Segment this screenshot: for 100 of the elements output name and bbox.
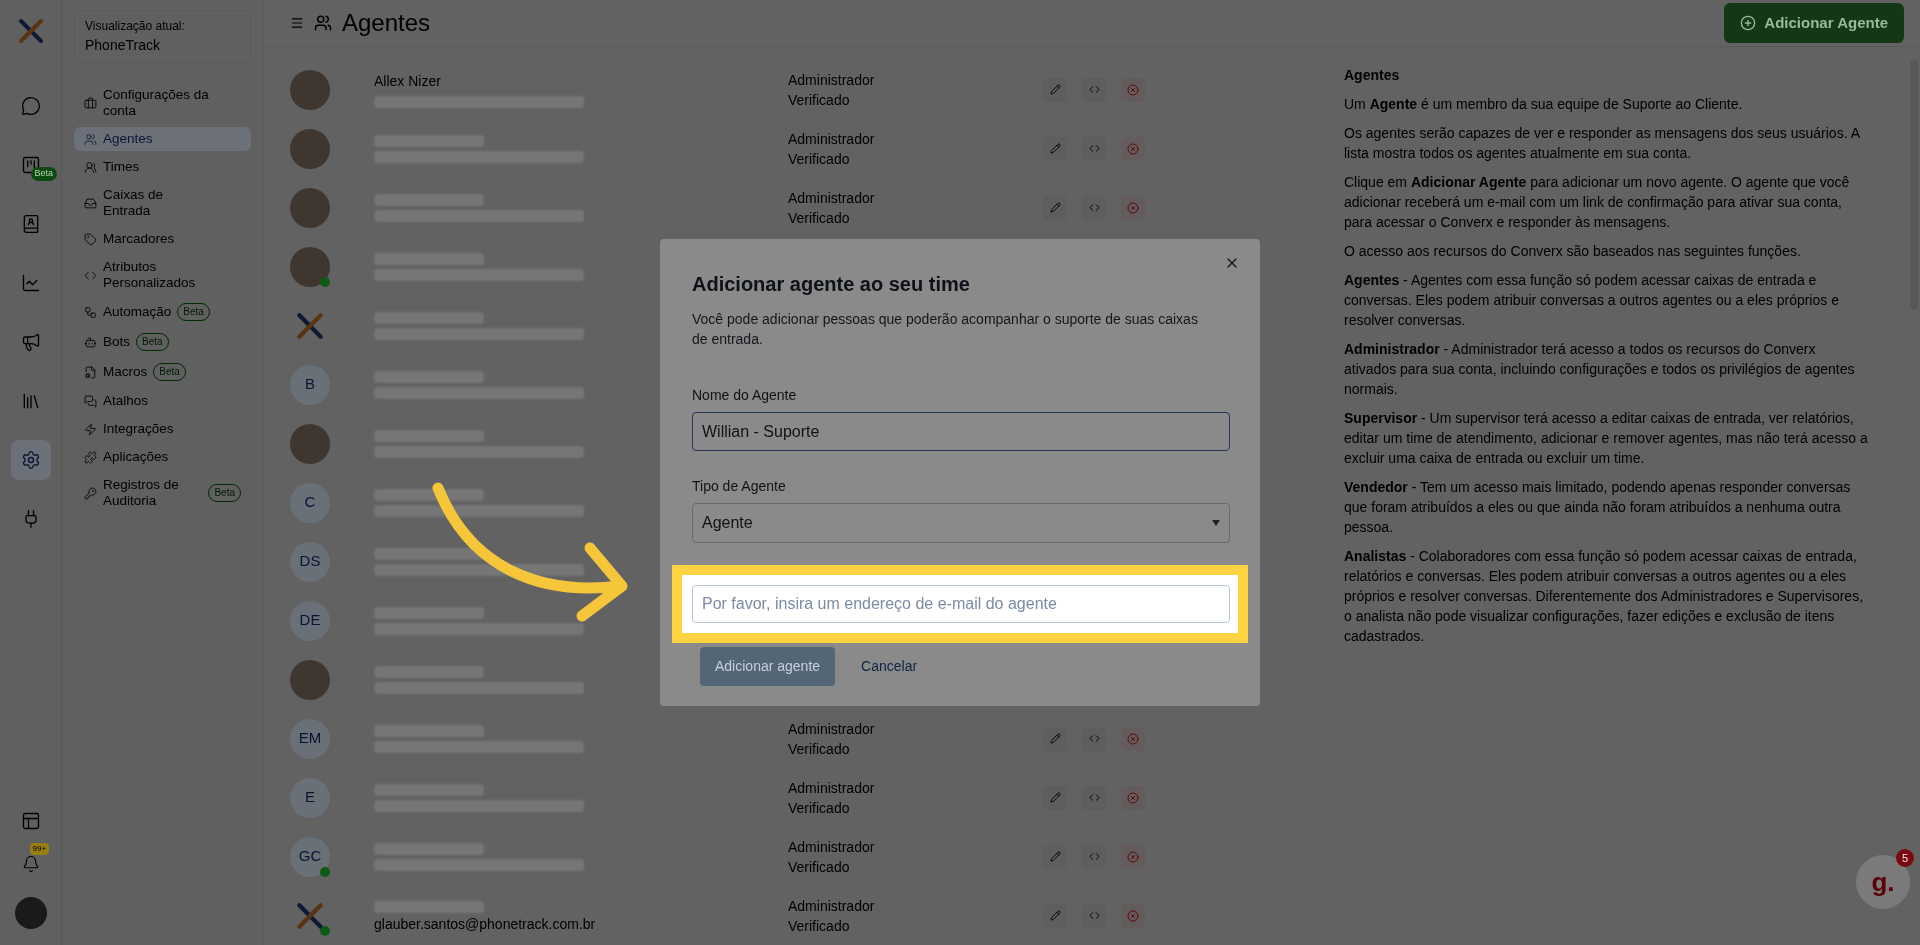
- code-icon: [1088, 792, 1100, 803]
- delete-button[interactable]: [1121, 195, 1145, 220]
- code-icon: [1088, 910, 1100, 921]
- users-icon: [84, 132, 97, 146]
- code-button[interactable]: [1082, 195, 1106, 220]
- edit-button[interactable]: [1043, 844, 1067, 869]
- menu-icon[interactable]: [290, 16, 304, 30]
- briefcase-icon: [84, 96, 97, 110]
- sidebar-item[interactable]: Macros Beta: [74, 359, 251, 385]
- avatar-initials: B: [290, 364, 330, 405]
- code-icon: [1088, 202, 1100, 213]
- code-button[interactable]: [1082, 726, 1106, 751]
- avatar-initials: GC: [290, 836, 330, 877]
- add-agent-button[interactable]: Adicionar Agente: [1724, 3, 1904, 43]
- help-paragraph: O acesso aos recursos do Converx são baseados nas seguintes funções.: [1344, 242, 1802, 261]
- agent-type-select[interactable]: Agente: [692, 503, 1230, 543]
- verification-status: Verificado: [788, 739, 850, 759]
- help-title: Agentes: [1344, 66, 1401, 85]
- delete-button[interactable]: [1121, 785, 1145, 810]
- verification-status: Verificado: [788, 208, 850, 228]
- help-paragraph: Supervisor - Um supervisor terá acesso a editar caixas de entrada, ver relatórios, editar um time de atendimento, adicionar e remover agentes, mas não terá acesso a excluir uma caixa de entrada ou excluir um time.: [1344, 409, 1869, 468]
- sidebar-item[interactable]: Aplicações: [74, 445, 251, 469]
- pencil-icon: [1049, 84, 1061, 95]
- edit-button[interactable]: [1043, 903, 1067, 928]
- help-paragraph: Vendedor - Tem um acesso mais limitado, podendo apenas responder conversas que foram atribuídos a eles ou que ainda não foram atribuídos a nenhuma outra pessoa.: [1344, 478, 1852, 537]
- dropdown-caret-icon: [1212, 520, 1220, 526]
- edit-button[interactable]: [1043, 77, 1067, 102]
- delete-button[interactable]: [1121, 903, 1145, 928]
- panels-icon[interactable]: [20, 811, 41, 831]
- sidebar-item[interactable]: Configurações da conta: [74, 83, 251, 123]
- help-paragraph: Administrador - Administrador terá acesso a todos os recursos do Converx ativados para sua conta, incluindo configurações e todos os privilégios de agentes normais.: [1344, 340, 1856, 399]
- page-title: Agentes: [342, 8, 431, 38]
- bolt-icon: [84, 422, 97, 436]
- email-field[interactable]: Por favor, insira um endereço de e-mail do agente: [692, 585, 1230, 623]
- bell-icon: [21, 855, 40, 873]
- pencil-icon: [1049, 733, 1061, 744]
- sidebar-item[interactable]: Caixas de Entrada: [74, 183, 251, 223]
- sidebar-item[interactable]: Registros de Auditoria Beta: [74, 473, 251, 513]
- code-icon: [1088, 143, 1100, 154]
- agent-role: Administrador: [788, 70, 875, 90]
- sidebar-item[interactable]: Atributos Personalizados: [74, 255, 251, 295]
- avatar-initials: E: [290, 777, 330, 818]
- sidebar-item[interactable]: Bots Beta: [74, 329, 251, 355]
- agent-name-field[interactable]: Willian - Suporte: [692, 412, 1230, 451]
- agent-role: Administrador: [788, 837, 875, 857]
- edit-button[interactable]: [1043, 726, 1067, 751]
- user-avatar[interactable]: [14, 897, 47, 929]
- code-icon: [1088, 84, 1100, 95]
- delete-button[interactable]: [1121, 77, 1145, 102]
- edit-button[interactable]: [1043, 195, 1067, 220]
- avatar-initials: DE: [290, 600, 330, 641]
- delete-button[interactable]: [1121, 844, 1145, 869]
- sidebar-item[interactable]: Atalhos: [74, 389, 251, 413]
- delete-button[interactable]: [1121, 726, 1145, 751]
- sidebar-item[interactable]: Times: [74, 155, 251, 179]
- chat-bubbles-icon: [84, 394, 97, 408]
- avatar-initials: EM: [290, 718, 330, 759]
- settings-icon: [20, 450, 41, 470]
- help-paragraph: Um Agente é um membro da sua equipe de Suporte ao Cliente.: [1344, 95, 1744, 114]
- rail-button[interactable]: [10, 440, 51, 480]
- edit-button[interactable]: [1043, 785, 1067, 810]
- users-icon: [314, 14, 332, 32]
- code-button[interactable]: [1082, 844, 1106, 869]
- sidebar-item[interactable]: Marcadores: [74, 227, 251, 251]
- agent-role: Administrador: [788, 188, 875, 208]
- verification-status: Verificado: [788, 857, 850, 877]
- pencil-icon: [1049, 792, 1061, 803]
- code-button[interactable]: [1082, 903, 1106, 928]
- beta-badge: Beta: [30, 167, 57, 181]
- notification-count: 99+: [29, 843, 50, 855]
- bot-icon: [84, 335, 97, 349]
- agent-role: Administrador: [788, 129, 875, 149]
- help-widget-badge: 5: [1896, 849, 1914, 867]
- edit-button[interactable]: [1043, 136, 1067, 161]
- sidebar-item[interactable]: Automação Beta: [74, 299, 251, 325]
- code-button[interactable]: [1082, 77, 1106, 102]
- cancel-link[interactable]: Cancelar: [861, 656, 918, 677]
- tag-icon: [84, 232, 97, 246]
- help-paragraph: Analistas - Colaboradores com essa função só podem acessar caixas de entrada, relatórios e conversas. Eles podem atribuir conversas a outros agentes ou a eles próprios e resolver conversas. Diferentemente dos Administradores e Supervisores, o analista não pode visualizar configurações, fazer edições e exclusão de itens cadastrados.: [1344, 547, 1865, 646]
- code-button[interactable]: [1082, 136, 1106, 161]
- sidebar-item[interactable]: Agentes: [74, 127, 251, 151]
- workflow-icon: [84, 305, 97, 319]
- delete-icon: [1127, 850, 1139, 863]
- verification-status: Verificado: [788, 149, 850, 169]
- code-button[interactable]: [1082, 785, 1106, 810]
- plus-icon: [1740, 15, 1757, 31]
- delete-button[interactable]: [1121, 136, 1145, 161]
- account-switcher[interactable]: Visualização atual: PhoneTrack: [74, 10, 251, 63]
- help-paragraph: Os agentes serão capazes de ver e responder as mensagens dos seus usuários. A lista mostra todos os agentes atualmente em sua conta.: [1344, 124, 1861, 163]
- agent-role: Administrador: [788, 778, 875, 798]
- help-paragraph: Agentes - Agentes com essa função só podem acessar caixas de entrada e conversas. Eles podem atribuir conversas a outros agentes ou a eles próprios e resolver conversas.: [1344, 271, 1840, 330]
- sidebar-item[interactable]: Integrações: [74, 417, 251, 441]
- avatar-initials: C: [290, 482, 330, 523]
- agent-role: Administrador: [788, 896, 875, 916]
- pencil-icon: [1049, 202, 1061, 213]
- chart-icon: [20, 273, 41, 293]
- delete-icon: [1127, 83, 1139, 96]
- delete-icon: [1127, 791, 1139, 804]
- delete-icon: [1127, 909, 1139, 922]
- agent-email: glauber.santos@phonetrack.com.br: [374, 916, 596, 931]
